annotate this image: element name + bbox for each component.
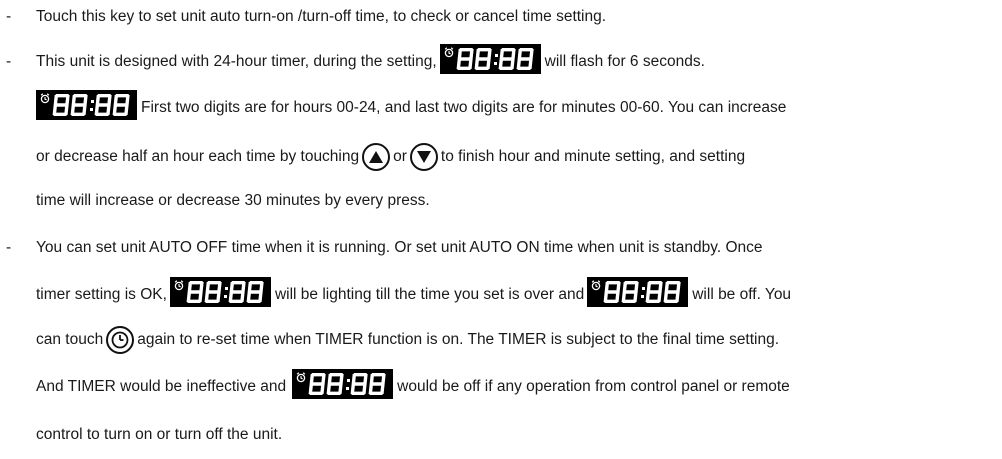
text-line-9: And TIMER would be ineffective and would… bbox=[0, 369, 790, 402]
led-timer-display-icon bbox=[587, 277, 689, 307]
text-segment: would be off if any operation from contr… bbox=[397, 378, 790, 395]
text-line-10: control to turn on or turn off the unit. bbox=[0, 420, 282, 450]
text-segment: or decrease half an hour each time by to… bbox=[36, 148, 360, 165]
bullet-dash: - bbox=[6, 8, 12, 25]
text-line-8: can touch again to re-set time when TIME… bbox=[0, 325, 779, 355]
text-segment: will be off. You bbox=[692, 286, 792, 303]
clock-icon bbox=[106, 326, 135, 354]
led-timer-display-icon bbox=[36, 90, 137, 120]
text-line-5: time will increase or decrease 30 minute… bbox=[0, 186, 430, 216]
text-line-1: - Touch this key to set unit auto turn-o… bbox=[0, 2, 606, 32]
text-segment: First two digits are for hours 00-24, an… bbox=[141, 99, 787, 116]
text-segment: time will increase or decrease 30 minute… bbox=[36, 192, 430, 209]
text-segment: Touch this key to set unit auto turn-on … bbox=[36, 8, 607, 25]
text-segment: or bbox=[393, 148, 407, 165]
down-arrow-icon bbox=[409, 143, 438, 171]
text-line-4: or decrease half an hour each time by to… bbox=[0, 142, 745, 172]
timer-instructions: - Touch this key to set unit auto turn-o… bbox=[0, 0, 1002, 459]
led-timer-display-icon bbox=[292, 369, 394, 399]
text-segment: can touch bbox=[36, 331, 104, 348]
text-segment: to finish hour and minute setting, and s… bbox=[440, 148, 746, 165]
text-segment: will flash for 6 seconds. bbox=[544, 53, 705, 70]
text-segment: You can set unit AUTO OFF time when it i… bbox=[36, 239, 763, 256]
bullet-dash: - bbox=[6, 239, 12, 256]
text-line-6: - You can set unit AUTO OFF time when it… bbox=[0, 233, 763, 263]
bullet-dash: - bbox=[6, 53, 12, 70]
text-line-2: - This unit is designed with 24-hour tim… bbox=[0, 44, 705, 77]
text-segment: control to turn on or turn off the unit. bbox=[36, 426, 283, 443]
led-timer-display-icon bbox=[169, 277, 271, 307]
led-timer-display-icon bbox=[439, 44, 541, 74]
text-line-3: First two digits are for hours 00-24, an… bbox=[0, 90, 787, 123]
text-segment: timer setting is OK, bbox=[36, 286, 167, 303]
text-segment: This unit is designed with 24-hour timer… bbox=[36, 53, 437, 70]
text-line-7: timer setting is OK, will be lighting ti… bbox=[0, 277, 792, 310]
text-segment: And TIMER would be ineffective and bbox=[36, 378, 287, 395]
up-arrow-icon bbox=[362, 143, 391, 171]
text-segment: again to re-set time when TIMER function… bbox=[137, 331, 780, 348]
text-segment: will be lighting till the time you set i… bbox=[274, 286, 585, 303]
